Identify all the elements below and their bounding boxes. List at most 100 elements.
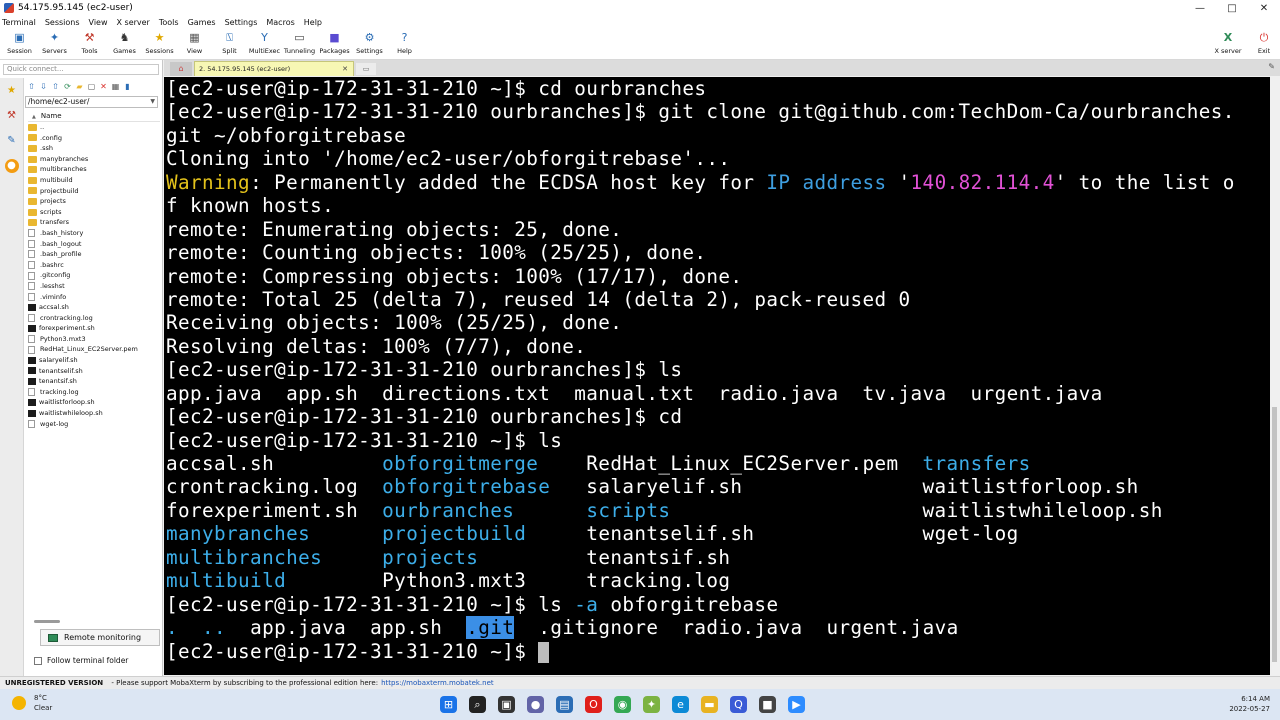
list-item[interactable]: wget-log: [28, 419, 160, 430]
search-icon[interactable]: ⌕: [469, 696, 486, 713]
scrollbar-thumb[interactable]: [1272, 407, 1277, 662]
pin-icon[interactable]: ✎: [1268, 62, 1275, 71]
name-column-header[interactable]: ▲ Name: [28, 110, 160, 122]
zoom-icon[interactable]: ▶: [788, 696, 805, 713]
chrome-icon[interactable]: ◉: [614, 696, 631, 713]
list-item[interactable]: salaryelif.sh: [28, 355, 160, 366]
list-item[interactable]: .bash_history: [28, 228, 160, 239]
list-item[interactable]: .config: [28, 133, 160, 144]
home-tab[interactable]: ⌂: [170, 62, 192, 76]
windows-start-icon[interactable]: ⊞: [440, 696, 457, 713]
split-button[interactable]: ⍂ Split: [212, 29, 247, 60]
menu-item-games[interactable]: Games: [188, 18, 216, 27]
download-icon[interactable]: ⇩: [38, 81, 49, 92]
list-item[interactable]: waitlistwhileloop.sh: [28, 408, 160, 419]
settings-button[interactable]: ⚙ Settings: [352, 29, 387, 60]
follow-icon[interactable]: ▮: [122, 81, 133, 92]
widgets-icon[interactable]: ▤: [556, 696, 573, 713]
list-item[interactable]: waitlistforloop.sh: [28, 397, 160, 408]
exit-button[interactable]: ⏻ Exit: [1248, 29, 1280, 60]
list-item[interactable]: .viminfo: [28, 292, 160, 303]
list-item[interactable]: .bash_logout: [28, 239, 160, 250]
menu-item-x-server[interactable]: X server: [117, 18, 150, 27]
tunneling-button[interactable]: ▭ Tunneling: [282, 29, 317, 60]
follow-terminal-folder[interactable]: Follow terminal folder: [34, 656, 128, 665]
close-tab-icon[interactable]: ✕: [342, 62, 348, 77]
tools-button[interactable]: ⚒ Tools: [72, 29, 107, 60]
mobatek-link[interactable]: https://mobaxterm.mobatek.net: [381, 679, 494, 687]
list-item[interactable]: RedHat_Linux_EC2Server.pem: [28, 344, 160, 355]
tools-strip-icon[interactable]: ⚒: [5, 109, 19, 123]
list-item[interactable]: multibranches: [28, 164, 160, 175]
macros-strip-icon[interactable]: ✎: [5, 134, 19, 148]
menu-item-view[interactable]: View: [89, 18, 108, 27]
list-item[interactable]: .ssh: [28, 143, 160, 154]
remote-monitoring-button[interactable]: Remote monitoring: [40, 629, 160, 646]
list-item[interactable]: .gitconfig: [28, 270, 160, 281]
new-file-icon[interactable]: ▢: [86, 81, 97, 92]
new-folder-icon[interactable]: ▰: [74, 81, 85, 92]
remote-path-field[interactable]: /home/ec2-user/ ▼: [25, 96, 158, 108]
edge-icon[interactable]: e: [672, 696, 689, 713]
quick-connect-input[interactable]: Quick connect...: [3, 64, 159, 75]
delete-icon[interactable]: ✕: [98, 81, 109, 92]
up-folder-icon[interactable]: ⇧: [26, 81, 37, 92]
list-item[interactable]: crontracking.log: [28, 313, 160, 324]
list-item[interactable]: projectbuild: [28, 186, 160, 197]
tab-session-2[interactable]: 2. 54.175.95.145 (ec2-user) ✕: [194, 61, 354, 76]
xserver-button[interactable]: X X server: [1208, 29, 1248, 60]
list-item[interactable]: .bashrc: [28, 260, 160, 271]
menu-item-settings[interactable]: Settings: [225, 18, 258, 27]
task-view-icon[interactable]: ▣: [498, 696, 515, 713]
teams-icon[interactable]: ●: [527, 696, 544, 713]
list-item[interactable]: projects: [28, 196, 160, 207]
sftp-strip-icon[interactable]: ●: [4, 159, 19, 173]
list-item[interactable]: tenantsif.sh: [28, 376, 160, 387]
terminal-scrollbar[interactable]: [1270, 77, 1280, 675]
properties-icon[interactable]: ▦: [110, 81, 121, 92]
view-button[interactable]: ▦ View: [177, 29, 212, 60]
follow-checkbox[interactable]: [34, 656, 42, 665]
opera-icon[interactable]: O: [585, 696, 602, 713]
session-button[interactable]: ▣ Session: [2, 29, 37, 60]
menu-item-macros[interactable]: Macros: [266, 18, 294, 27]
help-button[interactable]: ? Help: [387, 29, 422, 60]
list-item[interactable]: .lesshst: [28, 281, 160, 292]
menu-item-help[interactable]: Help: [304, 18, 322, 27]
favorites-star-icon[interactable]: ★: [5, 84, 19, 98]
menu-item-tools[interactable]: Tools: [159, 18, 179, 27]
menu-item-sessions[interactable]: Sessions: [45, 18, 80, 27]
list-item[interactable]: transfers: [28, 217, 160, 228]
list-item[interactable]: .bash_profile: [28, 249, 160, 260]
search-app-icon[interactable]: Q: [730, 696, 747, 713]
horizontal-scrollbar[interactable]: [34, 620, 60, 623]
list-item[interactable]: manybranches: [28, 154, 160, 165]
servers-button[interactable]: ✦ Servers: [37, 29, 72, 60]
weather-widget[interactable]: 8°C Clear: [12, 693, 52, 713]
list-item[interactable]: multibuild: [28, 175, 160, 186]
new-tab-button[interactable]: ▭: [356, 63, 376, 75]
refresh-icon[interactable]: ⟳: [62, 81, 73, 92]
list-item[interactable]: accsal.sh: [28, 302, 160, 313]
multiexec-button[interactable]: Y MultiExec: [247, 29, 282, 60]
chevron-down-icon[interactable]: ▼: [150, 97, 155, 107]
list-item[interactable]: scripts: [28, 207, 160, 218]
terminal-output[interactable]: [ec2-user@ip-172-31-31-210 ~]$ cd ourbra…: [164, 77, 1270, 675]
system-clock[interactable]: 6:14 AM 2022-05-27: [1229, 694, 1270, 714]
packages-button[interactable]: ■ Packages: [317, 29, 352, 60]
upload-icon[interactable]: ⇧: [50, 81, 61, 92]
menu-item-terminal[interactable]: Terminal: [2, 18, 36, 27]
sessions-button[interactable]: ★ Sessions: [142, 29, 177, 60]
file-explorer-icon[interactable]: ▬: [701, 696, 718, 713]
app-icon[interactable]: ✦: [643, 696, 660, 713]
list-item[interactable]: ..: [28, 122, 160, 133]
list-item[interactable]: tracking.log: [28, 387, 160, 398]
list-item[interactable]: forexperiment.sh: [28, 323, 160, 334]
list-item[interactable]: Python3.mxt3: [28, 334, 160, 345]
games-button[interactable]: ♞ Games: [107, 29, 142, 60]
mobaxterm-icon[interactable]: ■: [759, 696, 776, 713]
list-item[interactable]: tenantselif.sh: [28, 366, 160, 377]
maximize-button[interactable]: □: [1216, 0, 1248, 16]
close-button[interactable]: ✕: [1248, 0, 1280, 16]
minimize-button[interactable]: —: [1184, 0, 1216, 16]
